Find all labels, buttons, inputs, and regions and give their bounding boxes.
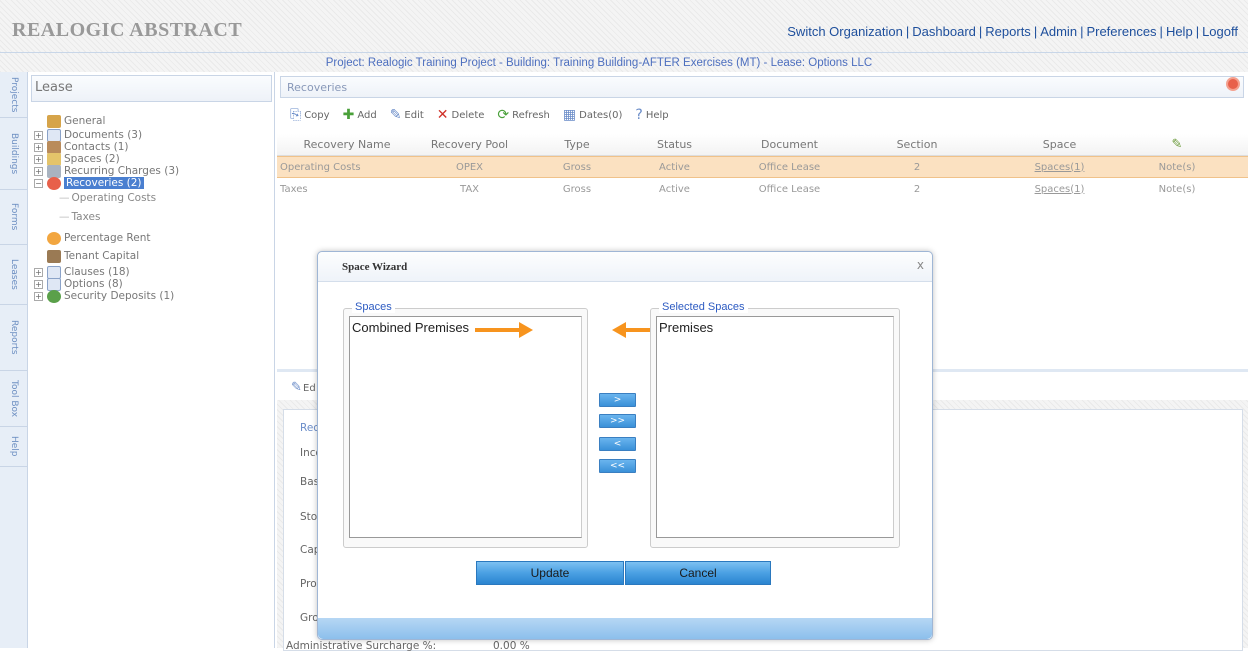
recoveries-icon [47, 176, 61, 190]
expand-icon[interactable]: + [34, 279, 43, 289]
move-right-button[interactable]: > [599, 393, 636, 407]
folder-icon [47, 114, 61, 128]
logoff-link[interactable]: Logoff [1202, 24, 1238, 39]
reports-link[interactable]: Reports [985, 24, 1031, 39]
dialog-footer [318, 618, 932, 639]
field-label: Administrative Surcharge %: [286, 640, 437, 652]
app-logo: REALOGIC ABSTRACT [12, 19, 243, 41]
tree-item-operating-costs[interactable]: — Operating Costs [59, 191, 156, 205]
top-nav: Switch Organization | Dashboard | Reports | Ad… [787, 24, 1238, 39]
refresh-button[interactable]: ⟳ Refresh [497, 108, 550, 122]
dialog-titlebar: Space Wizard x [318, 252, 932, 282]
switch-organization-link[interactable]: Switch Organization [787, 24, 903, 39]
update-button[interactable]: Update [476, 561, 624, 585]
preferences-link[interactable]: Preferences [1086, 24, 1156, 39]
tab-reports[interactable]: Reports [0, 305, 28, 371]
selected-spaces-listbox[interactable]: Premises [656, 316, 894, 538]
tab-help[interactable]: Help [0, 427, 28, 467]
notes-link[interactable]: Note(s) [1147, 162, 1207, 173]
arrow-right-icon [475, 322, 533, 338]
dates-button[interactable]: ▦ Dates(0) [563, 108, 623, 122]
tree-item-security-deposits[interactable]: + Security Deposits (1) [34, 289, 174, 303]
edit-icon: ✎ [389, 107, 402, 123]
spaces-link[interactable]: Spaces(1) [972, 184, 1147, 195]
spaces-legend: Spaces [352, 301, 395, 313]
tab-leases[interactable]: Leases [0, 245, 28, 305]
expand-icon[interactable]: + [34, 154, 43, 164]
selected-spaces-fieldset: Selected Spaces Premises [650, 301, 900, 548]
delete-icon: ✕ [436, 107, 449, 123]
pencil-icon: ✎ [1171, 137, 1183, 152]
move-all-left-button[interactable]: << [599, 459, 636, 473]
column-header[interactable]: Document [717, 138, 862, 151]
edit-button[interactable]: ✎ Edit [390, 108, 424, 122]
notes-link[interactable]: Note(s) [1147, 184, 1207, 195]
delete-button[interactable]: ✕ Delete [437, 108, 485, 122]
space-wizard-dialog: Space Wizard x Spaces Combined Premises … [317, 251, 933, 640]
lease-panel: Lease General + Documents (3) + Contacts (… [29, 72, 275, 648]
lease-panel-title: Lease [31, 75, 272, 102]
spaces-listbox[interactable]: Combined Premises [349, 316, 582, 538]
dialog-title: Space Wizard [342, 261, 408, 273]
close-icon[interactable]: x [917, 258, 924, 272]
help-link[interactable]: Help [1166, 24, 1193, 39]
column-header[interactable]: Status [632, 138, 717, 151]
cancel-button[interactable]: Cancel [625, 561, 771, 585]
top-bar: REALOGIC ABSTRACT Switch Organization | Da… [0, 0, 1248, 52]
column-header[interactable]: Space [972, 138, 1147, 151]
add-button[interactable]: ✚ Add [343, 108, 377, 122]
pie-icon [47, 231, 61, 245]
copy-button[interactable]: ⎘ Copy [290, 108, 330, 122]
grid-header: Recovery Name Recovery Pool Type Status … [277, 134, 1248, 156]
project-breadcrumb: Project: Realogic Training Project - Bui… [325, 57, 873, 69]
dashboard-link[interactable]: Dashboard [912, 24, 976, 39]
recoveries-toolbar: ⎘ Copy ✚ Add ✎ Edit ✕ Delete ⟳ Refresh ▦ Dates… [280, 100, 1244, 130]
edit-button[interactable]: Ed [303, 383, 316, 394]
help-icon: ? [635, 107, 643, 123]
expand-icon[interactable]: + [34, 291, 43, 301]
tab-buildings[interactable]: Buildings [0, 118, 28, 190]
selected-spaces-legend: Selected Spaces [659, 301, 748, 313]
spaces-link[interactable]: Spaces(1) [972, 162, 1147, 173]
panel-close-icon[interactable] [1226, 77, 1240, 91]
copy-icon: ⎘ [290, 107, 302, 123]
side-tabs: Projects Buildings Forms Leases Reports … [0, 72, 28, 648]
deposit-icon [47, 289, 61, 303]
expand-icon[interactable]: + [34, 142, 43, 152]
collapse-icon[interactable]: − [34, 178, 43, 188]
edit-icon: ✎ [291, 380, 302, 395]
recoveries-panel-title: Recoveries [280, 76, 1244, 98]
move-all-right-button[interactable]: >> [599, 414, 636, 428]
tree-item-percentage-rent[interactable]: Percentage Rent [47, 231, 150, 245]
tool-icon [47, 249, 61, 263]
move-left-button[interactable]: < [599, 437, 636, 451]
spaces-fieldset: Spaces Combined Premises [343, 301, 588, 548]
list-item[interactable]: Combined Premises [352, 320, 579, 335]
column-header[interactable]: Type [522, 138, 632, 151]
list-item[interactable]: Premises [659, 320, 891, 335]
surcharge-value: 0.00 % [493, 640, 530, 652]
table-row[interactable]: Taxes TAX Gross Active Office Lease 2 Sp… [277, 178, 1248, 200]
column-header[interactable]: Recovery Pool [417, 138, 522, 151]
tree-item-general[interactable]: General [47, 114, 105, 128]
tab-tool-box[interactable]: Tool Box [0, 371, 28, 427]
tab-forms[interactable]: Forms [0, 190, 28, 245]
add-icon: ✚ [342, 107, 355, 123]
table-row[interactable]: Operating Costs OPEX Gross Active Office… [277, 156, 1248, 178]
tree-item-taxes[interactable]: — Taxes [59, 210, 100, 224]
admin-link[interactable]: Admin [1040, 24, 1077, 39]
tree-item-recoveries[interactable]: − Recoveries (2) [34, 176, 144, 190]
column-header[interactable]: Section [862, 138, 972, 151]
expand-icon[interactable]: + [34, 267, 43, 277]
tree-item-tenant-capital[interactable]: Tenant Capital [47, 249, 139, 263]
calendar-icon: ▦ [562, 107, 577, 123]
refresh-icon: ⟳ [497, 107, 510, 123]
tab-projects[interactable]: Projects [0, 72, 28, 118]
column-header[interactable]: Recovery Name [277, 138, 417, 151]
expand-icon[interactable]: + [34, 130, 43, 140]
project-bar: Project: Realogic Training Project - Bui… [0, 52, 1248, 72]
help-button[interactable]: ? Help [635, 108, 668, 122]
expand-icon[interactable]: + [34, 166, 43, 176]
